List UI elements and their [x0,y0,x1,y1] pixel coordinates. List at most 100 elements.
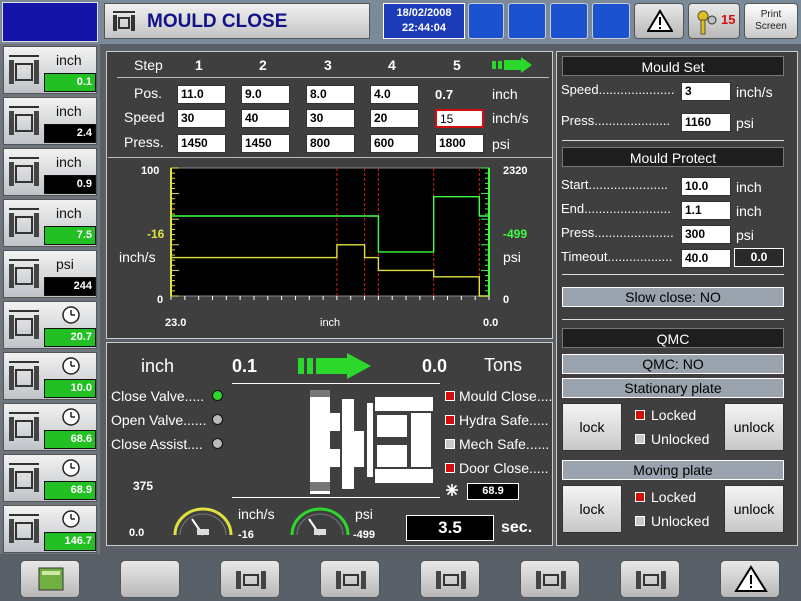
pos-input-step-2[interactable]: 9.0 [241,85,290,104]
page-title: MOULD CLOSE [147,11,288,32]
screw-timer-icon [9,310,39,339]
core-button[interactable] [520,560,580,598]
moving-locked-indicator [635,492,645,502]
mp-start-input[interactable]: 10.0 [681,177,731,196]
speed-label: Speed [124,109,165,125]
press-gauge-value: -499 [353,529,376,541]
status-panel: inch 0.1 0.0 Tons Close Valve..... Open … [106,342,553,546]
stationary-lock-button[interactable]: lock [562,403,622,451]
status-slot-1 [468,3,504,39]
speed-input-step-2[interactable]: 40 [241,109,290,128]
interlock-mould-close-label: Mould Close.... [459,388,553,404]
step-number-5: 5 [453,57,461,73]
pos-input-step-3[interactable]: 8.0 [306,85,355,104]
step-number-1: 1 [195,57,203,73]
press-input-step-4[interactable]: 600 [370,134,419,153]
ejector-button[interactable] [420,560,480,598]
direction-arrow-icon [492,57,532,73]
print-screen-button[interactable]: Print Screen [744,3,798,39]
interlock-hydra-safe-label: Hydra Safe..... [459,412,549,428]
screw-back-icon [9,208,39,237]
position-unit: inch [141,356,175,376]
moving-unlocked-indicator [635,516,645,526]
injection-button[interactable] [320,560,380,598]
press-input-step-1[interactable]: 1450 [177,134,226,153]
sidebar-item-5[interactable]: psi 244 [3,250,97,298]
sidebar-item-value: 20.7 [44,328,96,347]
blank-button[interactable] [120,560,180,598]
sidebar-item-6[interactable]: 20.7 [3,301,97,349]
speed-unit: inch/s [492,110,529,126]
sidebar-item-value: 0.9 [44,175,96,194]
sidebar-item-10[interactable]: 146.7 [3,505,97,553]
mould-close-icon [236,571,266,589]
warning-button[interactable] [720,560,780,598]
mp-timeout-actual: 0.0 [734,248,784,267]
pressure-gauge-icon [9,259,39,288]
warning-icon [734,565,768,592]
open-valve-led [212,414,223,425]
press-input-step-2[interactable]: 1450 [241,134,290,153]
status-slot-4 [592,3,630,39]
divider [232,497,440,498]
screen-label: Screen [755,21,787,32]
stationary-unlock-button[interactable]: unlock [724,403,784,451]
sidebar-item-value: 7.5 [44,226,96,245]
mp-timeout-input[interactable]: 40.0 [681,249,731,268]
speed-gauge-unit: inch/s [238,506,275,522]
print-label: Print [760,9,782,20]
pos-input-step-1[interactable]: 11.0 [177,85,226,104]
press-input-step-5[interactable]: 1800 [435,134,484,153]
sidebar-item-3[interactable]: inch 0.9 [3,148,97,196]
step-number-4: 4 [388,57,396,73]
sidebar-item-2[interactable]: inch 2.4 [3,97,97,145]
timer-icon [62,459,80,477]
force-value: 0.0 [422,356,448,376]
manual-icon [38,567,64,591]
slow-close-status: Slow close: NO [562,287,784,307]
speed-input-step-5[interactable]: 15 [435,109,484,128]
sidebar-item-4[interactable]: inch 7.5 [3,199,97,247]
alarm-log-button[interactable]: 15 [688,3,740,39]
sidebar-item-1[interactable]: inch 0.1 [3,46,97,94]
sidebar-item-7[interactable]: 10.0 [3,352,97,400]
pos-input-step-4[interactable]: 4.0 [370,85,419,104]
stationary-unlocked-indicator [635,434,645,444]
close-time-unit: sec. [501,519,533,536]
x-right: 0.0 [483,317,499,329]
status-slot-2 [508,3,546,39]
moving-lock-button[interactable]: lock [562,485,622,533]
mould-protect-title: Mould Protect [562,147,784,167]
alarm-button[interactable] [634,3,684,39]
sidebar-item-value: 146.7 [44,532,96,551]
injection-icon [336,571,366,589]
moving-unlock-button[interactable]: unlock [724,485,784,533]
press-input-step-3[interactable]: 800 [306,134,355,153]
sidebar-item-9[interactable]: 68.9 [3,454,97,502]
mould-set-press-input[interactable]: 1160 [681,113,731,132]
speed-input-step-4[interactable]: 20 [370,109,419,128]
manual-button[interactable] [20,560,80,598]
mould-close-button[interactable] [220,560,280,598]
alarm-count: 15 [721,12,736,27]
mp-end-input[interactable]: 1.1 [681,201,731,220]
moving-plate-title: Moving plate [562,460,784,480]
qmc-title: QMC [562,328,784,348]
mould-set-press-unit: psi [736,115,754,131]
close-time-value: 3.5 [406,515,494,541]
cycle-timer-icon [9,514,39,543]
stationary-locked-label: Locked [651,407,697,423]
mould-set-speed-input[interactable]: 3 [681,82,731,101]
sidebar-item-8[interactable]: 68.6 [3,403,97,451]
y-right-mid: -499 [503,227,528,241]
snowflake-icon [446,484,458,496]
mould-close-icon [113,11,135,31]
left-value: 375 [133,479,154,493]
carriage-button[interactable] [620,560,680,598]
ejector-icon [436,571,466,589]
core-icon [536,571,566,589]
speed-input-step-3[interactable]: 30 [306,109,355,128]
speed-input-step-1[interactable]: 30 [177,109,226,128]
mp-press-input[interactable]: 300 [681,225,731,244]
open-valve-label: Open Valve...... [111,412,207,428]
